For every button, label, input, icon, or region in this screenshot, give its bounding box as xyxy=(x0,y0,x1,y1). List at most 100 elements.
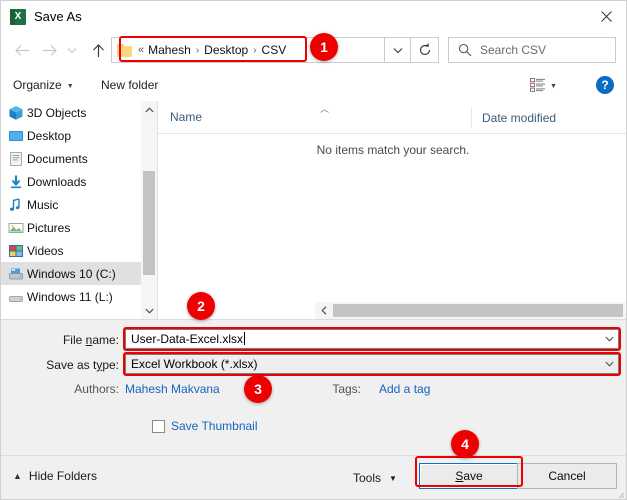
chevron-left-icon xyxy=(321,306,327,315)
file-name-field[interactable]: User-Data-Excel.xlsx xyxy=(125,329,619,349)
breadcrumb-separator-0: › xyxy=(196,45,199,56)
resize-grip-icon[interactable] xyxy=(615,489,625,499)
authors-label: Authors: xyxy=(31,382,119,396)
desktop-icon xyxy=(8,128,24,144)
column-header-label: Date modified xyxy=(482,111,556,125)
search-box[interactable]: Search CSV xyxy=(448,37,616,63)
arrow-left-icon xyxy=(14,44,30,57)
drive-icon xyxy=(8,289,24,305)
address-dropdown-button[interactable] xyxy=(385,37,411,63)
save-button[interactable]: Save xyxy=(419,463,519,489)
excel-icon: X xyxy=(10,9,26,25)
sidebar-scroll-up-button[interactable] xyxy=(141,101,157,118)
refresh-button[interactable] xyxy=(411,37,439,63)
chevron-down-icon xyxy=(67,47,77,54)
sidebar-scroll-down-button[interactable] xyxy=(141,302,157,319)
navigation-sidebar: 3D Objects Desktop Documents xyxy=(1,101,141,319)
window-title: Save As xyxy=(34,9,82,24)
help-button[interactable]: ? xyxy=(596,76,614,94)
dialog-body: 3D Objects Desktop Documents xyxy=(1,101,627,319)
sidebar-item-label: Videos xyxy=(27,244,63,258)
sidebar-item-pictures[interactable]: Pictures xyxy=(1,216,141,239)
hscroll-left-button[interactable] xyxy=(315,302,332,319)
column-header-name[interactable]: Name ︿ xyxy=(170,101,202,133)
forward-button[interactable] xyxy=(37,37,63,63)
breadcrumb-item-0[interactable]: Mahesh xyxy=(148,43,191,57)
save-as-type-dropdown-button[interactable] xyxy=(601,355,618,373)
file-name-label: File name: xyxy=(11,333,119,347)
arrow-up-icon xyxy=(92,43,105,58)
documents-icon xyxy=(8,151,24,167)
new-folder-button[interactable]: New folder xyxy=(101,69,158,101)
sidebar-item-label: Pictures xyxy=(27,221,70,235)
empty-list-message: No items match your search. xyxy=(158,143,627,157)
sidebar-scrollbar[interactable] xyxy=(141,101,158,319)
breadcrumb-item-1[interactable]: Desktop xyxy=(204,43,248,57)
save-thumbnail-label: Save Thumbnail xyxy=(171,419,258,433)
column-headers: Name ︿ Date modified xyxy=(158,101,627,134)
file-list-horizontal-scrollbar[interactable] xyxy=(315,302,627,319)
address-bar[interactable]: « Mahesh › Desktop › CSV xyxy=(111,37,385,63)
file-name-value: User-Data-Excel.xlsx xyxy=(131,332,243,346)
save-as-type-field[interactable]: Excel Workbook (*.xlsx) xyxy=(125,354,619,374)
pictures-icon xyxy=(8,220,24,236)
save-thumbnail-checkbox-row[interactable]: Save Thumbnail xyxy=(152,419,258,433)
folder-icon xyxy=(117,44,132,57)
organize-label: Organize xyxy=(13,78,62,92)
tags-label: Tags: xyxy=(301,382,361,396)
chevron-up-icon: ▲ xyxy=(13,471,22,481)
cancel-button[interactable]: Cancel xyxy=(517,463,617,489)
sidebar-item-desktop[interactable]: Desktop xyxy=(1,124,141,147)
close-button[interactable] xyxy=(584,1,627,32)
recent-locations-button[interactable] xyxy=(63,37,81,63)
caret-down-icon: ▼ xyxy=(550,83,557,90)
breadcrumb-item-2[interactable]: CSV xyxy=(262,43,287,57)
save-as-dialog: X Save As xyxy=(0,0,627,500)
breadcrumb-separator-1: › xyxy=(253,45,256,56)
help-icon: ? xyxy=(601,78,608,92)
address-bar-row: « Mahesh › Desktop › CSV Sear xyxy=(1,32,627,69)
hide-folders-button[interactable]: ▲ Hide Folders xyxy=(13,469,97,483)
file-name-input[interactable]: User-Data-Excel.xlsx xyxy=(126,332,601,346)
sidebar-item-music[interactable]: Music xyxy=(1,193,141,216)
hscroll-thumb[interactable] xyxy=(333,304,623,317)
up-button[interactable] xyxy=(85,37,111,63)
sidebar-scroll-thumb[interactable] xyxy=(143,171,155,275)
videos-icon xyxy=(8,243,24,259)
search-icon xyxy=(458,43,472,57)
title-bar: X Save As xyxy=(1,1,627,32)
file-name-label-pre: File xyxy=(63,333,86,347)
view-list-icon xyxy=(530,78,546,92)
column-header-label: Name xyxy=(170,110,202,124)
sidebar-item-label: Downloads xyxy=(27,175,86,189)
save-thumbnail-checkbox[interactable] xyxy=(152,420,165,433)
sidebar-item-label: Windows 10 (C:) xyxy=(27,267,116,281)
3d-objects-icon xyxy=(8,105,24,121)
back-button[interactable] xyxy=(9,37,35,63)
sidebar-item-windows-11-l[interactable]: Windows 11 (L:) xyxy=(1,285,141,308)
arrow-right-icon xyxy=(42,44,58,57)
search-input[interactable]: Search CSV xyxy=(480,43,546,57)
chevron-down-icon xyxy=(145,308,154,314)
chevron-up-icon xyxy=(145,107,154,113)
sidebar-item-windows-10-c[interactable]: Windows 10 (C:) xyxy=(1,262,141,285)
caret-down-icon: ▼ xyxy=(67,83,74,90)
organize-button[interactable]: Organize ▼ xyxy=(13,69,74,101)
sidebar-item-downloads[interactable]: Downloads xyxy=(1,170,141,193)
authors-value[interactable]: Mahesh Makvana xyxy=(125,382,220,396)
column-header-date-modified[interactable]: Date modified xyxy=(471,108,556,128)
save-as-type-label-post: pe: xyxy=(102,358,119,372)
file-name-dropdown-button[interactable] xyxy=(601,330,618,348)
file-list-pane: Name ︿ Date modified No items match your… xyxy=(158,101,627,319)
sidebar-item-3d-objects[interactable]: 3D Objects xyxy=(1,101,141,124)
view-options-button[interactable]: ▼ xyxy=(530,75,566,95)
chevron-down-icon xyxy=(605,336,614,342)
tags-value[interactable]: Add a tag xyxy=(379,382,430,396)
breadcrumb-overflow[interactable]: « xyxy=(138,44,144,56)
save-label-post: ave xyxy=(463,469,482,483)
sidebar-item-documents[interactable]: Documents xyxy=(1,147,141,170)
tools-button[interactable]: Tools ▼ xyxy=(353,467,397,489)
breadcrumb: « Mahesh › Desktop › CSV xyxy=(134,43,286,57)
chevron-down-icon xyxy=(605,361,614,367)
sidebar-item-videos[interactable]: Videos xyxy=(1,239,141,262)
